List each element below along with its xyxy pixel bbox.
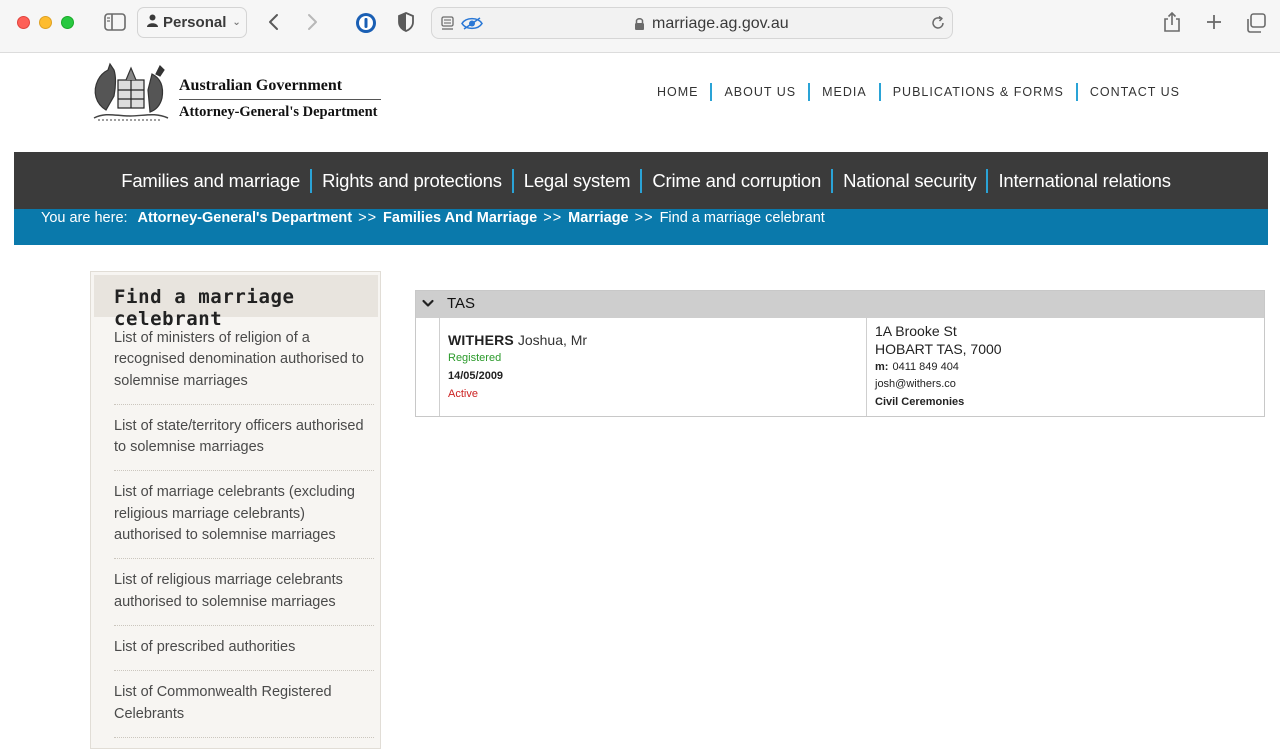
mobile-number: m: 0411 849 404 bbox=[875, 361, 959, 373]
celebrant-given-name: Joshua, Mr bbox=[517, 332, 588, 348]
registration-date: 14/05/2009 bbox=[448, 370, 504, 382]
reload-icon[interactable] bbox=[930, 15, 946, 36]
breadcrumb: You are here: Attorney-General's Departm… bbox=[14, 209, 1268, 245]
topnav-publications-forms[interactable]: PUBLICATIONS & FORMS bbox=[878, 83, 1076, 101]
breadcrumb-current: Find a marriage celebrant bbox=[659, 210, 825, 226]
celebrant-surname: WITHERS bbox=[448, 332, 514, 348]
row-spacer-cell bbox=[416, 318, 440, 416]
mainnav-national-security[interactable]: National security bbox=[831, 168, 986, 193]
address-street: 1A Brooke St bbox=[875, 323, 957, 339]
shield-icon[interactable] bbox=[395, 11, 417, 33]
registration-status: Registered bbox=[448, 352, 502, 364]
password-manager-icon[interactable] bbox=[354, 11, 378, 35]
brand-government-title: Australian Government bbox=[179, 77, 343, 94]
topnav-about-us[interactable]: ABOUT US bbox=[710, 83, 808, 101]
minimize-window-button[interactable] bbox=[39, 16, 52, 29]
email-address[interactable]: josh@withers.co bbox=[875, 378, 956, 390]
topnav-contact-us[interactable]: CONTACT US bbox=[1075, 83, 1192, 101]
brand-divider bbox=[179, 99, 381, 100]
side-menu-link-commonwealth-registered[interactable]: List of Commonwealth Registered Celebran… bbox=[114, 684, 332, 721]
ceremony-type: Civil Ceremonies bbox=[875, 396, 965, 408]
side-menu-item: List of religious marriage celebrants au… bbox=[114, 559, 374, 626]
coat-of-arms-icon bbox=[86, 60, 174, 129]
topnav-media[interactable]: MEDIA bbox=[808, 83, 879, 101]
mobile-prefix: m: bbox=[875, 361, 889, 373]
breadcrumb-separator: >> bbox=[358, 210, 378, 226]
state-group-label: TAS bbox=[447, 295, 476, 312]
utility-nav: HOME ABOUT US MEDIA PUBLICATIONS & FORMS… bbox=[645, 83, 1192, 101]
side-menu-item: List of state/territory officers authori… bbox=[114, 405, 374, 472]
side-menu-list: List of ministers of religion of a recog… bbox=[114, 317, 374, 738]
address-bar[interactable]: marriage.ag.gov.au bbox=[431, 7, 953, 39]
main-nav: Families and marriage Rights and protect… bbox=[14, 152, 1268, 209]
mainnav-crime-and-corruption[interactable]: Crime and corruption bbox=[640, 168, 831, 193]
brand-department-title: Attorney-General's Department bbox=[179, 104, 378, 120]
profile-button[interactable]: Personal ⌄ bbox=[137, 7, 247, 38]
new-tab-plus-icon[interactable] bbox=[1202, 10, 1226, 34]
breadcrumb-link-families-and-marriage[interactable]: Families And Marriage bbox=[383, 210, 537, 226]
celebrant-contact-cell: 1A Brooke St HOBART TAS, 7000 m: 0411 849… bbox=[867, 318, 1264, 416]
side-menu-link-religious-celebrants[interactable]: List of religious marriage celebrants au… bbox=[114, 572, 343, 609]
privacy-eye-icon[interactable] bbox=[461, 16, 483, 36]
mainnav-families-and-marriage[interactable]: Families and marriage bbox=[111, 169, 310, 193]
breadcrumb-link-ag-department[interactable]: Attorney-General's Department bbox=[138, 210, 353, 226]
active-status: Active bbox=[448, 388, 478, 400]
lock-icon bbox=[634, 17, 645, 36]
side-menu-link-marriage-celebrants[interactable]: List of marriage celebrants (excluding r… bbox=[114, 484, 355, 543]
profile-label: Personal bbox=[163, 14, 227, 31]
topnav-home[interactable]: HOME bbox=[645, 83, 711, 101]
sidebar-icon[interactable] bbox=[103, 12, 127, 32]
breadcrumb-label: You are here: bbox=[41, 210, 128, 226]
side-menu: Find a marriage celebrant List of minist… bbox=[90, 271, 381, 749]
browser-toolbar: Personal ⌄ marriage.ag.gov.au bbox=[0, 0, 1280, 53]
mainnav-legal-system[interactable]: Legal system bbox=[511, 168, 641, 193]
zoom-window-button[interactable] bbox=[61, 16, 74, 29]
url-text: marriage.ag.gov.au bbox=[652, 15, 789, 32]
state-group-header[interactable]: TAS bbox=[416, 291, 1264, 318]
site-logo[interactable]: Australian Government Attorney-General's… bbox=[86, 60, 386, 126]
side-menu-heading: Find a marriage celebrant bbox=[94, 275, 378, 330]
breadcrumb-separator: >> bbox=[543, 210, 563, 226]
side-menu-link-ministers-of-religion[interactable]: List of ministers of religion of a recog… bbox=[114, 330, 364, 389]
reader-mode-icon[interactable] bbox=[441, 16, 457, 36]
mainnav-rights-and-protections[interactable]: Rights and protections bbox=[310, 168, 512, 193]
mainnav-international-relations[interactable]: International relations bbox=[986, 168, 1180, 193]
share-icon[interactable] bbox=[1160, 10, 1184, 34]
chevron-down-icon: ⌄ bbox=[232, 17, 241, 28]
breadcrumb-separator: >> bbox=[634, 210, 654, 226]
celebrant-name: WITHERS Joshua, Mr bbox=[448, 332, 587, 348]
side-menu-link-prescribed-authorities[interactable]: List of prescribed authorities bbox=[114, 639, 295, 655]
side-menu-link-state-territory-officers[interactable]: List of state/territory officers authori… bbox=[114, 418, 364, 455]
breadcrumb-link-marriage[interactable]: Marriage bbox=[568, 210, 628, 226]
side-menu-item: List of marriage celebrants (excluding r… bbox=[114, 471, 374, 560]
side-menu-item: List of Commonwealth Registered Celebran… bbox=[114, 671, 374, 738]
celebrant-results-table: TAS WITHERS Joshua, Mr Registered 14/05/… bbox=[415, 290, 1265, 417]
side-menu-item: List of prescribed authorities bbox=[114, 626, 374, 672]
mobile-value[interactable]: 0411 849 404 bbox=[892, 361, 958, 373]
forward-arrow-icon[interactable] bbox=[302, 11, 324, 33]
address-city: HOBART TAS, 7000 bbox=[875, 341, 1002, 357]
tab-overview-icon[interactable] bbox=[1244, 11, 1268, 35]
back-arrow-icon[interactable] bbox=[262, 11, 284, 33]
person-icon bbox=[147, 14, 158, 31]
close-window-button[interactable] bbox=[17, 16, 30, 29]
side-menu-item: List of ministers of religion of a recog… bbox=[114, 317, 374, 405]
celebrant-details-cell: WITHERS Joshua, Mr Registered 14/05/2009… bbox=[440, 318, 867, 416]
chevron-down-icon[interactable] bbox=[421, 296, 435, 315]
